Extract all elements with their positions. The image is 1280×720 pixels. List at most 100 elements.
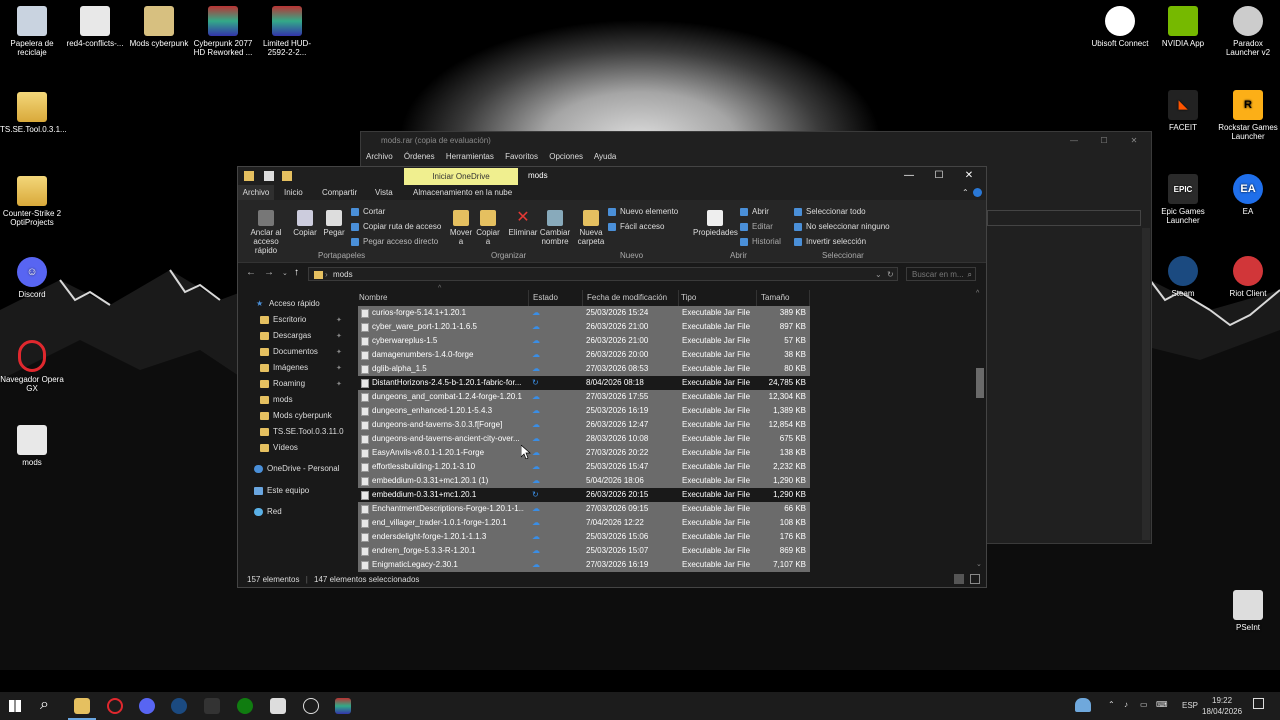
copy-to-button[interactable]: Copiar a: [475, 210, 501, 246]
paste-button[interactable]: Pegar: [321, 210, 347, 237]
network-icon[interactable]: ▭: [1140, 700, 1148, 709]
explorer-window[interactable]: Iniciar OneDrive mods — ☐ ✕ Archivo Inic…: [237, 166, 987, 588]
chevron-up-icon[interactable]: ⌃: [962, 185, 969, 200]
nav-item-escritorio[interactable]: Escritorio: [260, 313, 306, 327]
file-row[interactable]: EasyAnvils-v8.0.1-1.20.1-Forge 27/03/2026…: [358, 446, 810, 460]
scrollbar-thumb[interactable]: [976, 368, 984, 398]
desktop-icon-ubisoft[interactable]: Ubisoft Connect: [1088, 6, 1152, 48]
volume-icon[interactable]: ♪: [1124, 700, 1128, 709]
menu-archivo[interactable]: Archivo: [366, 152, 393, 161]
refresh-icon[interactable]: ↻: [887, 268, 894, 282]
menu-ayuda[interactable]: Ayuda: [594, 152, 617, 161]
copy-button[interactable]: Copiar: [292, 210, 318, 237]
file-row[interactable]: curios-forge-5.14.1+1.20.1 25/03/2026 15:…: [358, 306, 810, 320]
calendar-icon[interactable]: [270, 698, 286, 714]
desktop-icon-limited-hud[interactable]: Limited HUD-2592-2-2...: [255, 6, 319, 57]
close-icon[interactable]: ✕: [1119, 132, 1149, 150]
desktop-icon-opera-gx[interactable]: Navegador Opera GX: [0, 340, 64, 393]
file-row[interactable]: cyberwareplus-1.5 26/03/2026 21:00 Executa…: [358, 334, 810, 348]
notifications-icon[interactable]: [1253, 698, 1264, 709]
tab-inicio[interactable]: Inicio: [284, 185, 303, 200]
desktop-icon-discord[interactable]: ☺ Discord: [0, 257, 64, 299]
steam-icon[interactable]: [171, 698, 187, 714]
winrar-icon[interactable]: [335, 698, 351, 714]
nav-item-mods-cyberpunk[interactable]: Mods cyberpunk: [260, 409, 332, 423]
desktop-icon-ea[interactable]: EA EA: [1216, 174, 1280, 216]
maximize-icon[interactable]: ☐: [1089, 132, 1119, 150]
file-row[interactable]: endersdelight-forge-1.20.1-1.1.3 25/03/20…: [358, 530, 810, 544]
nav-item-red[interactable]: Red: [254, 505, 282, 519]
back-arrow-icon[interactable]: ←: [246, 267, 256, 278]
file-row[interactable]: cyber_ware_port-1.20.1-1.6.5 26/03/2026 2…: [358, 320, 810, 334]
tab-compartir[interactable]: Compartir: [322, 185, 357, 200]
file-row[interactable]: dglib-alpha_1.5 27/03/2026 08:53 Executabl…: [358, 362, 810, 376]
select-none-button[interactable]: No seleccionar ninguno: [794, 219, 890, 234]
invert-selection-button[interactable]: Invertir selección: [794, 234, 866, 249]
new-item-button[interactable]: Nuevo elemento: [608, 204, 678, 219]
file-explorer-icon[interactable]: [74, 698, 90, 714]
file-row[interactable]: dungeons_enhanced-1.20.1-5.4.3 25/03/2026…: [358, 404, 810, 418]
vertical-scrollbar[interactable]: ^ ⌄: [976, 290, 984, 570]
help-icon[interactable]: [973, 188, 982, 197]
details-view-icon[interactable]: [954, 574, 964, 584]
ubisoft-icon[interactable]: [303, 698, 319, 714]
desktop-icon-mods-cyberpunk[interactable]: Mods cyberpunk: [127, 6, 191, 48]
desktop-icon-mods[interactable]: mods: [0, 425, 64, 467]
scroll-down-icon[interactable]: ⌄: [976, 560, 982, 568]
scroll-up-icon[interactable]: ^: [976, 290, 979, 297]
file-row[interactable]: end_villager_trader-1.0.1-forge-1.20.1 7/…: [358, 516, 810, 530]
column-header-status[interactable]: Estado: [529, 290, 583, 306]
move-to-button[interactable]: Mover a: [448, 210, 474, 246]
menu-ordenes[interactable]: Órdenes: [404, 152, 435, 161]
nav-item-descargas[interactable]: Descargas: [260, 329, 311, 343]
desktop-icon-steam[interactable]: Steam: [1151, 256, 1215, 298]
nav-item-mods[interactable]: mods: [260, 393, 293, 407]
column-header-type[interactable]: Tipo: [677, 290, 757, 306]
nav-item-este-equipo[interactable]: Este equipo: [254, 484, 309, 498]
file-row[interactable]: damagenumbers-1.4.0-forge 26/03/2026 20:0…: [358, 348, 810, 362]
maximize-icon[interactable]: ☐: [924, 167, 954, 185]
nav-item-videos[interactable]: Vídeos: [260, 441, 298, 455]
up-arrow-icon[interactable]: ↑: [294, 267, 299, 278]
tray-expand-icon[interactable]: ⌃: [1108, 700, 1115, 709]
edit-button[interactable]: Editar: [740, 219, 773, 234]
clock-time[interactable]: 19:22: [1212, 696, 1232, 705]
desktop-icon-riot[interactable]: Riot Client: [1216, 256, 1280, 298]
discord-icon[interactable]: [139, 698, 155, 714]
desktop-icon-epic[interactable]: EPIC Epic Games Launcher: [1151, 174, 1215, 225]
tab-almacenamiento[interactable]: Almacenamiento en la nube: [413, 185, 512, 200]
desktop-icon-red4-conflicts[interactable]: red4-conflicts-...: [63, 6, 127, 48]
menu-herramientas[interactable]: Herramientas: [446, 152, 494, 161]
close-icon[interactable]: ✕: [954, 167, 984, 185]
chevron-down-icon[interactable]: ⌄: [875, 268, 882, 282]
file-row[interactable]: dungeons-and-taverns-3.0.3.f[Forge] 26/03…: [358, 418, 810, 432]
terminal-icon[interactable]: [204, 698, 220, 714]
start-onedrive-button[interactable]: Iniciar OneDrive: [404, 168, 518, 185]
pin-quick-access-button[interactable]: Anclar al acceso rápido: [244, 210, 288, 255]
desktop-icon-recycle-bin[interactable]: Papelera de reciclaje: [0, 6, 64, 57]
desktop-icon-pseint[interactable]: PSeInt: [1216, 590, 1280, 632]
desktop-icon-ts-se-tool[interactable]: TS.SE.Tool.0.3.1...: [0, 92, 67, 134]
tab-archivo[interactable]: Archivo: [238, 185, 274, 200]
nav-item-onedrive[interactable]: OneDrive - Personal: [254, 462, 339, 476]
file-row[interactable]: dungeons-and-taverns-ancient-city-over..…: [358, 432, 810, 446]
paste-shortcut-button[interactable]: Pegar acceso directo: [351, 234, 438, 249]
desktop-icon-rockstar[interactable]: R Rockstar Games Launcher: [1216, 90, 1280, 141]
nav-item-documentos[interactable]: Documentos: [260, 345, 318, 359]
weather-icon[interactable]: [1075, 698, 1091, 712]
desktop-icon-counter-strike[interactable]: Counter-Strike 2 OptiProjects: [0, 176, 64, 227]
nav-item-roaming[interactable]: Roaming: [260, 377, 305, 391]
forward-arrow-icon[interactable]: →: [264, 267, 274, 278]
easy-access-button[interactable]: Fácil acceso: [608, 219, 664, 234]
language-indicator[interactable]: ESP: [1182, 701, 1198, 710]
delete-button[interactable]: ✕ Eliminar: [508, 210, 538, 238]
file-row[interactable]: effortlessbuilding-1.20.1-3.10 25/03/2026…: [358, 460, 810, 474]
large-icons-view-icon[interactable]: [970, 574, 980, 584]
menu-favoritos[interactable]: Favoritos: [505, 152, 538, 161]
cut-button[interactable]: Cortar: [351, 204, 385, 219]
properties-button[interactable]: Propiedades: [693, 210, 738, 237]
file-row[interactable]: EnchantmentDescriptions-Forge-1.20.1-1..…: [358, 502, 810, 516]
file-row[interactable]: embeddium-0.3.31+mc1.20.1 (1) 5/04/2026 1…: [358, 474, 810, 488]
minimize-icon[interactable]: —: [1059, 132, 1089, 150]
file-row[interactable]: dungeons_and_combat-1.2.4-forge-1.20.1 27…: [358, 390, 810, 404]
